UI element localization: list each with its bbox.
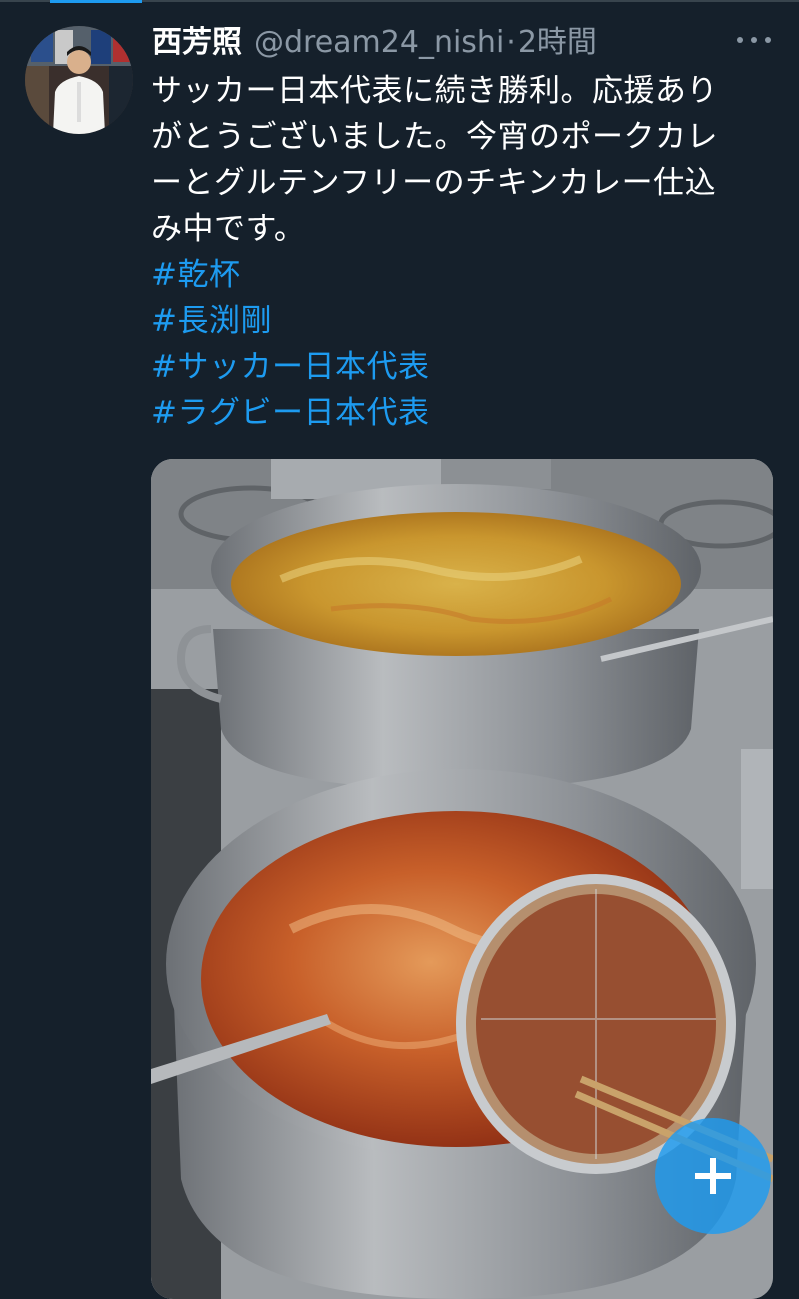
tweet-body: サッカー日本代表に続き勝利。応援あり がとうございました。今宵のポークカレ ーと… bbox=[151, 68, 771, 436]
tweet-timestamp[interactable]: 2時間 bbox=[518, 22, 597, 64]
avatar-photo bbox=[25, 26, 133, 134]
more-options-icon[interactable] bbox=[737, 30, 771, 50]
tweet-header: 西芳照 @dream24_nishi · 2時間 bbox=[152, 22, 772, 64]
avatar[interactable] bbox=[25, 26, 133, 134]
plus-icon bbox=[695, 1158, 731, 1194]
hashtag-link[interactable]: #サッカー日本代表 bbox=[151, 344, 771, 390]
tweet-text-line: ーとグルテンフリーのチキンカレー仕込 bbox=[151, 165, 717, 201]
compose-button[interactable] bbox=[655, 1118, 771, 1234]
tweet-text-line: み中です。 bbox=[151, 211, 306, 247]
tweet-text-line: がとうございました。今宵のポークカレ bbox=[151, 119, 718, 155]
top-tab-indicator bbox=[50, 0, 142, 3]
header-separator: · bbox=[506, 25, 516, 60]
tweet-text-line: サッカー日本代表に続き勝利。応援あり bbox=[151, 73, 718, 109]
hashtag-link[interactable]: #長渕剛 bbox=[151, 298, 771, 344]
hashtag-link[interactable]: #乾杯 bbox=[151, 252, 771, 298]
author-handle[interactable]: @dream24_nishi bbox=[254, 22, 504, 64]
author-name[interactable]: 西芳照 bbox=[152, 22, 242, 64]
hashtag-link[interactable]: #ラグビー日本代表 bbox=[151, 390, 771, 436]
